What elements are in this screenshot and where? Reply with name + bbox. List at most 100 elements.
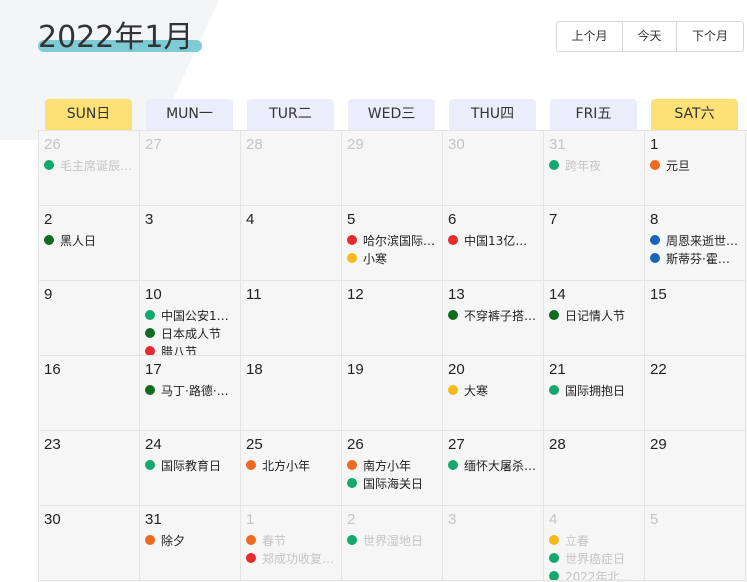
day-cell[interactable]: 26 毛主席诞辰…: [39, 131, 140, 206]
day-number: 26: [347, 436, 364, 453]
day-cell[interactable]: 19: [342, 356, 443, 431]
day-cell[interactable]: 31 跨年夜: [544, 131, 645, 206]
day-cell[interactable]: 4: [241, 206, 342, 281]
day-number: 16: [44, 361, 61, 378]
day-cell[interactable]: 3: [443, 506, 544, 581]
event-item[interactable]: 腊八节: [145, 342, 235, 356]
day-number: 6: [448, 211, 457, 228]
day-cell[interactable]: 8 周恩来逝世… 斯蒂芬·霍…: [645, 206, 746, 281]
day-number: 15: [650, 286, 667, 303]
day-cell[interactable]: 7: [544, 206, 645, 281]
day-cell[interactable]: 1 春节 郑成功收复…: [241, 506, 342, 581]
day-cell[interactable]: 27: [140, 131, 241, 206]
day-cell[interactable]: 29: [342, 131, 443, 206]
day-cell[interactable]: 10 中国公安11… 日本成人节 腊八节: [140, 281, 241, 356]
event-item[interactable]: 世界湿地日: [347, 531, 437, 549]
day-cell[interactable]: 26 南方小年 国际海关日: [342, 431, 443, 506]
day-number: 17: [145, 361, 162, 378]
event-item[interactable]: 国际海关日: [347, 474, 437, 492]
day-cell[interactable]: 14 日记情人节: [544, 281, 645, 356]
day-number: 5: [650, 511, 659, 528]
event-dot-icon: [549, 385, 559, 395]
event-item[interactable]: 大寒: [448, 381, 538, 399]
event-item[interactable]: 日记情人节: [549, 306, 639, 324]
day-cell[interactable]: 27 缅怀大屠杀…: [443, 431, 544, 506]
event-label: 除夕: [161, 533, 186, 548]
day-cell[interactable]: 9: [39, 281, 140, 356]
event-item[interactable]: 不穿裤子搭…: [448, 306, 538, 324]
day-cell[interactable]: 2 世界湿地日: [342, 506, 443, 581]
event-dot-icon: [549, 310, 559, 320]
event-item[interactable]: 哈尔滨国际…: [347, 231, 437, 249]
day-cell[interactable]: 18: [241, 356, 342, 431]
event-item[interactable]: 国际教育日: [145, 456, 235, 474]
day-cell[interactable]: 11: [241, 281, 342, 356]
event-list: 大寒: [448, 381, 538, 399]
event-item[interactable]: 跨年夜: [549, 156, 639, 174]
day-cell[interactable]: 31 除夕: [140, 506, 241, 581]
day-cell[interactable]: 12: [342, 281, 443, 356]
next-month-button[interactable]: 下个月: [677, 22, 743, 51]
today-button[interactable]: 今天: [623, 22, 677, 51]
month-title-wrap: 2022年1月: [38, 18, 202, 58]
event-item[interactable]: 马丁·路德·…: [145, 381, 235, 399]
event-dot-icon: [246, 553, 256, 563]
day-cell[interactable]: 5: [645, 506, 746, 581]
event-item[interactable]: 春节: [246, 531, 336, 549]
event-item[interactable]: 郑成功收复…: [246, 549, 336, 567]
day-cell[interactable]: 22: [645, 356, 746, 431]
day-cell[interactable]: 21 国际拥抱日: [544, 356, 645, 431]
day-cell[interactable]: 6 中国13亿人…: [443, 206, 544, 281]
event-dot-icon: [448, 385, 458, 395]
day-cell[interactable]: 30: [39, 506, 140, 581]
event-label: 中国13亿人…: [464, 233, 538, 248]
event-item[interactable]: 元旦: [650, 156, 740, 174]
day-cell[interactable]: 28: [241, 131, 342, 206]
event-dot-icon: [650, 253, 660, 263]
event-item[interactable]: 中国13亿人…: [448, 231, 538, 249]
event-item[interactable]: 南方小年: [347, 456, 437, 474]
day-cell[interactable]: 25 北方小年: [241, 431, 342, 506]
event-item[interactable]: 北方小年: [246, 456, 336, 474]
day-cell[interactable]: 28: [544, 431, 645, 506]
day-cell[interactable]: 4 立春 世界癌症日 2022年北京…: [544, 506, 645, 581]
event-list: 毛主席诞辰…: [44, 156, 134, 174]
event-item[interactable]: 世界癌症日: [549, 549, 639, 567]
event-item[interactable]: 毛主席诞辰…: [44, 156, 134, 174]
event-dot-icon: [549, 160, 559, 170]
event-item[interactable]: 黑人日: [44, 231, 134, 249]
event-item[interactable]: 中国公安11…: [145, 306, 235, 324]
event-label: 腊八节: [161, 344, 198, 356]
day-cell[interactable]: 2 黑人日: [39, 206, 140, 281]
event-label: 跨年夜: [565, 158, 602, 173]
day-cell[interactable]: 29: [645, 431, 746, 506]
event-item[interactable]: 除夕: [145, 531, 235, 549]
event-item[interactable]: 斯蒂芬·霍…: [650, 249, 740, 267]
event-label: 南方小年: [363, 458, 412, 473]
event-item[interactable]: 小寒: [347, 249, 437, 267]
day-cell[interactable]: 23: [39, 431, 140, 506]
day-cell[interactable]: 13 不穿裤子搭…: [443, 281, 544, 356]
event-dot-icon: [145, 535, 155, 545]
event-item[interactable]: 周恩来逝世…: [650, 231, 740, 249]
event-item[interactable]: 2022年北京…: [549, 567, 639, 580]
day-cell[interactable]: 24 国际教育日: [140, 431, 241, 506]
event-item[interactable]: 立春: [549, 531, 639, 549]
event-label: 立春: [565, 533, 590, 548]
day-cell[interactable]: 30: [443, 131, 544, 206]
day-cell[interactable]: 15: [645, 281, 746, 356]
day-cell[interactable]: 5 哈尔滨国际… 小寒: [342, 206, 443, 281]
event-item[interactable]: 日本成人节: [145, 324, 235, 342]
day-cell[interactable]: 16: [39, 356, 140, 431]
event-item[interactable]: 缅怀大屠杀…: [448, 456, 538, 474]
day-cell[interactable]: 17 马丁·路德·…: [140, 356, 241, 431]
day-cell[interactable]: 1 元旦: [645, 131, 746, 206]
event-label: 小寒: [363, 251, 388, 266]
event-item[interactable]: 国际拥抱日: [549, 381, 639, 399]
day-cell[interactable]: 20 大寒: [443, 356, 544, 431]
prev-month-button[interactable]: 上个月: [557, 22, 623, 51]
day-cell[interactable]: 3: [140, 206, 241, 281]
event-label: 北方小年: [262, 458, 311, 473]
event-dot-icon: [44, 235, 54, 245]
event-dot-icon: [145, 310, 155, 320]
